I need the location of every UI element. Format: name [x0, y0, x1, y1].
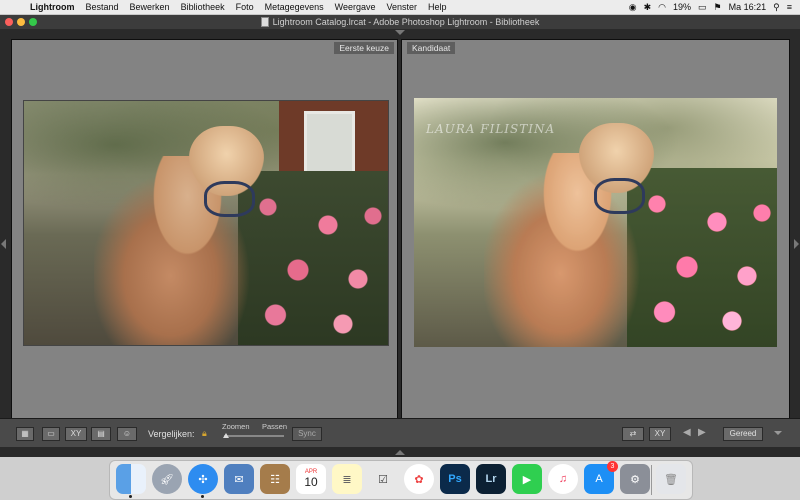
- photos-icon[interactable]: ✿: [404, 464, 434, 494]
- facetime-icon[interactable]: ▶: [512, 464, 542, 494]
- swap-button[interactable]: ⇄: [622, 427, 644, 441]
- launchpad-icon[interactable]: 🚀︎: [152, 464, 182, 494]
- menu-bibliotheek[interactable]: Bibliotheek: [181, 2, 225, 12]
- toolbar-menu-icon[interactable]: [774, 431, 782, 435]
- bluetooth-icon[interactable]: ✱: [644, 2, 652, 13]
- zoom-slider[interactable]: [224, 435, 284, 437]
- menu-bar: Lightroom Bestand Bewerken Bibliotheek F…: [0, 0, 800, 15]
- calendar-day: 10: [304, 475, 318, 489]
- bottom-panel-toggle-icon[interactable]: [395, 450, 405, 455]
- battery-icon[interactable]: ▭: [698, 2, 707, 13]
- photo-watermark: LAURA FILISTINA: [426, 122, 556, 136]
- app-store-badge: 3: [607, 461, 618, 472]
- window-titlebar: Lightroom Catalog.lrcat - Adobe Photosho…: [0, 15, 800, 29]
- menu-bewerken[interactable]: Bewerken: [130, 2, 170, 12]
- calendar-icon[interactable]: APR 10: [296, 464, 326, 494]
- trash-icon[interactable]: 🗑︎: [656, 464, 686, 494]
- flag-icon[interactable]: ⚑: [714, 2, 722, 13]
- spotlight-icon[interactable]: ⚲: [773, 2, 780, 13]
- menu-bestand[interactable]: Bestand: [86, 2, 119, 12]
- minimize-window-button[interactable]: [17, 18, 25, 26]
- status-area: ◉ ✱ ◠ 19% ▭ ⚑ Ma 16:21 ⚲ ≡: [629, 0, 792, 14]
- window-title: Lightroom Catalog.lrcat - Adobe Photosho…: [272, 17, 540, 27]
- zoom-label: Zoomen: [222, 422, 250, 431]
- battery-percent[interactable]: 19%: [673, 2, 691, 12]
- music-icon[interactable]: ♫: [548, 464, 578, 494]
- notes-icon[interactable]: ≣: [332, 464, 362, 494]
- select-photo[interactable]: [23, 100, 389, 346]
- left-panel-toggle-icon[interactable]: [1, 239, 6, 249]
- mail-icon[interactable]: ✉: [224, 464, 254, 494]
- menu-weergave[interactable]: Weergave: [335, 2, 376, 12]
- window-controls: [5, 18, 37, 26]
- contacts-icon[interactable]: ☷: [260, 464, 290, 494]
- dock-separator: [651, 465, 652, 495]
- candidate-label: Kandidaat: [407, 42, 456, 54]
- reminders-icon[interactable]: ☑: [368, 464, 398, 494]
- catalog-file-icon: [260, 17, 269, 27]
- select-label: Eerste keuze: [334, 42, 394, 54]
- zoom-slider-handle[interactable]: [223, 433, 229, 438]
- photoshop-icon[interactable]: Ps: [440, 464, 470, 494]
- lightroom-icon[interactable]: Lr: [476, 464, 506, 494]
- loupe-view-button[interactable]: ▭: [42, 427, 60, 441]
- people-view-button[interactable]: ☺: [117, 427, 137, 441]
- done-button[interactable]: Gereed: [723, 427, 763, 441]
- finder-icon[interactable]: [116, 464, 146, 498]
- candidate-pane[interactable]: Kandidaat LAURA FILISTINA ⚑⚑ ····· ✕: [401, 39, 790, 437]
- make-select-button[interactable]: XY: [649, 427, 671, 441]
- safari-icon[interactable]: ✣: [188, 464, 218, 498]
- right-panel-toggle-icon[interactable]: [794, 239, 799, 249]
- survey-view-button[interactable]: ▤: [91, 427, 111, 441]
- zoom-window-button[interactable]: [29, 18, 37, 26]
- clock[interactable]: Ma 16:21: [729, 2, 767, 12]
- toolbar: ▦ ▭ XY ▤ ☺ Vergelijken: 🔒︎ Zoomen Passen…: [0, 418, 800, 447]
- top-panel-toggle-icon[interactable]: [395, 30, 405, 35]
- sync-button[interactable]: Sync: [292, 427, 322, 441]
- menu-venster[interactable]: Venster: [387, 2, 418, 12]
- lock-icon[interactable]: 🔒︎: [202, 428, 207, 439]
- compare-view-button[interactable]: XY: [65, 427, 87, 441]
- menu-help[interactable]: Help: [428, 2, 447, 12]
- close-window-button[interactable]: [5, 18, 13, 26]
- grid-view-button[interactable]: ▦: [16, 427, 34, 441]
- menu-lightroom[interactable]: Lightroom: [30, 2, 75, 12]
- previous-arrow-icon[interactable]: ◀: [683, 427, 691, 438]
- candidate-photo[interactable]: LAURA FILISTINA: [414, 98, 777, 347]
- fit-label: Passen: [262, 422, 288, 431]
- menu-metagegevens[interactable]: Metagegevens: [265, 2, 324, 12]
- select-pane[interactable]: Eerste keuze ⚑⚑ ★···· ✕: [11, 39, 398, 437]
- menu-foto[interactable]: Foto: [236, 2, 254, 12]
- system-preferences-icon[interactable]: ⚙: [620, 464, 650, 494]
- app-store-icon[interactable]: A3: [584, 461, 618, 494]
- wifi-icon[interactable]: ◠: [658, 2, 666, 13]
- next-arrow-icon[interactable]: ▶: [698, 427, 706, 438]
- compare-view: Eerste keuze ⚑⚑ ★···· ✕ Kandidaat LAURA …: [0, 29, 800, 457]
- compare-label: Vergelijken:: [148, 429, 195, 439]
- notification-center-icon[interactable]: ≡: [787, 2, 792, 12]
- dock: 🚀︎ ✣ ✉ ☷ APR 10 ≣ ☑ ✿ Ps Lr ▶ ♫ A3 ⚙ 🗑︎: [109, 460, 693, 500]
- creative-cloud-icon[interactable]: ◉: [629, 2, 637, 13]
